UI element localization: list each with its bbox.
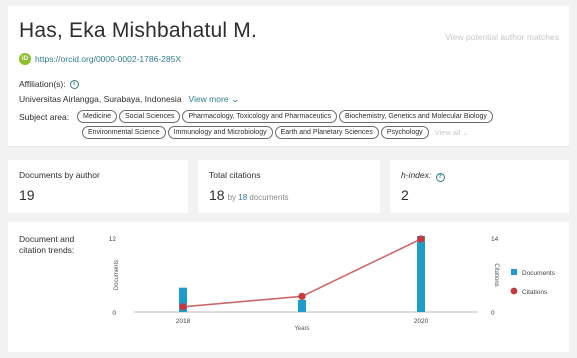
affiliation-row: Universitas Airlangga, Surabaya, Indones… [19,94,240,104]
citations-by-prefix: by [227,193,237,202]
subject-chip[interactable]: Pharmacology, Toxicology and Pharmaceuti… [182,110,337,123]
citations-value: 18 [209,187,225,203]
y-left-tick-label: 12 [109,236,117,243]
author-profile-page: Has, Eka Mishbahatul M. View potential a… [0,0,577,358]
subject-chip[interactable]: Biochemistry, Genetics and Molecular Bio… [338,110,493,123]
view-more-link[interactable]: View more ⌄ [188,94,240,104]
x-tick-label: 2018 [176,318,191,325]
affiliation-label-row: Affiliation(s): i [19,79,79,89]
y-left-tick-label: 0 [112,310,116,317]
hindex-label: h-index: [401,170,432,180]
subject-chips-row-2: Environmental Science Immunology and Micr… [82,126,469,139]
y-right-axis-title: Citations [493,263,499,286]
documents-bar [298,299,306,312]
y-left-axis-title: Documents [114,260,120,290]
documents-label: Documents by author [19,170,100,180]
orcid-row: iD https://orcid.org/0000-0002-1786-285X [19,53,181,65]
subject-chips-row-1: Medicine Social Sciences Pharmacology, Tox… [77,110,493,123]
citations-point [417,235,425,243]
citations-metric-card[interactable]: Total citations 18 by 18 documents [198,160,380,213]
orcid-link[interactable]: https://orcid.org/0000-0002-1786-285X [35,54,181,64]
citations-label: Total citations [209,170,261,180]
legend-documents-swatch [511,269,517,275]
subject-chips-group: Environmental Science Immunology and Micr… [82,126,429,139]
subject-chip[interactable]: Medicine [77,110,118,123]
citations-point [298,292,306,300]
affiliation-label: Affiliation(s): [19,79,66,89]
chevron-down-icon: ⌄ [462,128,469,137]
view-all-subjects-link[interactable]: View all ⌄ [435,128,469,137]
hindex-metric-card[interactable]: h-index: ? 2 [390,160,569,213]
subject-area-label: Subject area: [19,112,70,122]
citations-by-suffix: documents [249,193,289,202]
orcid-icon: iD [19,53,31,65]
citations-point [179,303,187,311]
subject-chip[interactable]: Environmental Science [82,126,166,139]
author-header-card: Has, Eka Mishbahatul M. View potential a… [8,6,569,147]
x-tick-label: 2020 [414,318,429,325]
citations-by-documents: by 18 documents [228,193,289,202]
legend-documents-label: Documents [522,270,556,277]
chevron-down-icon: ⌄ [230,95,240,104]
legend-citations-swatch [510,287,518,295]
view-more-label: View more [188,94,229,104]
view-potential-matches-link[interactable]: View potential author matches [445,32,559,42]
citations-value-row: 18 by 18 documents [209,187,289,203]
author-name: Has, Eka Mishbahatul M. [19,19,258,42]
legend-citations-label: Citations [522,289,548,296]
documents-value: 19 [19,187,35,203]
subject-chip[interactable]: Social Sciences [119,110,181,123]
info-icon[interactable]: i [69,79,79,89]
documents-metric-card[interactable]: Documents by author 19 [8,160,188,213]
y-right-tick-label: 0 [491,310,495,317]
trend-chart-card: Document and citation trends: 0 12 0 14 Docu… [8,222,569,352]
subject-chip[interactable]: Earth and Planetary Sciences [274,126,379,139]
documents-bar [417,236,425,312]
view-all-label: View all [434,128,461,137]
info-icon[interactable]: ? [435,173,445,182]
citing-documents-link[interactable]: 18 [238,193,247,202]
subject-chip[interactable]: Immunology and Microbiology [167,126,273,139]
subject-chip[interactable]: Psychology [380,126,429,139]
affiliation-text: Universitas Airlangga, Surabaya, Indones… [19,94,182,104]
trend-chart: 0 12 0 14 Documents Citations Years 2018 2020 Doc… [109,235,556,332]
y-right-tick-label: 14 [491,236,499,243]
hindex-value: 2 [401,187,409,203]
hindex-label-row: h-index: ? [401,170,445,182]
x-axis-title: Years [294,326,309,332]
